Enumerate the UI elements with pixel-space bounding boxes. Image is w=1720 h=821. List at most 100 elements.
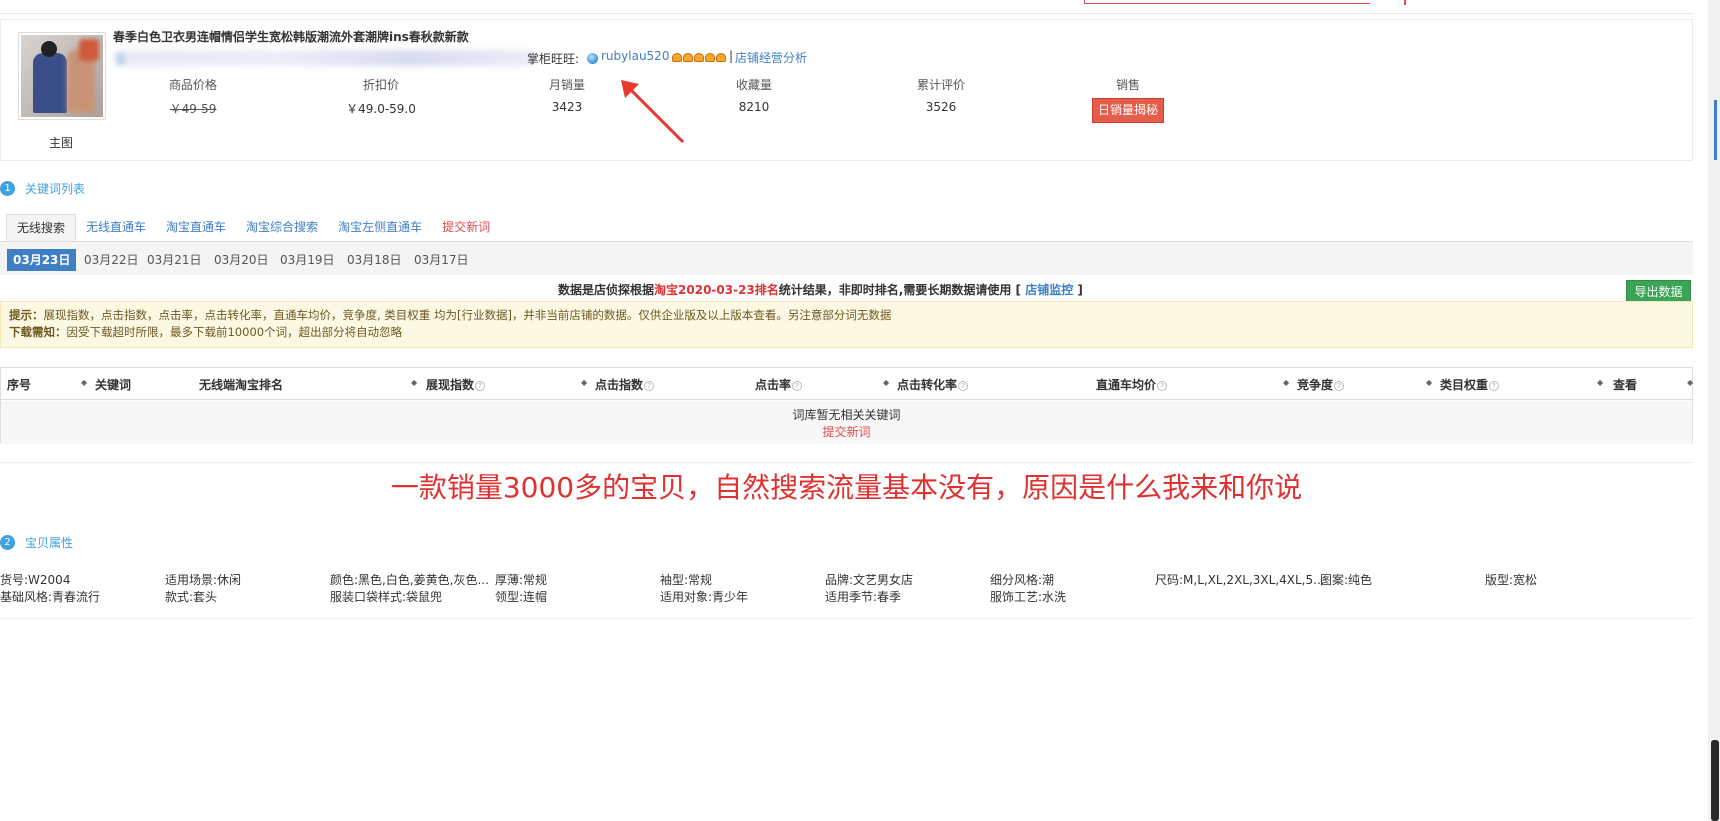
thumb-figure-a (33, 53, 67, 113)
sort-icon[interactable]: ◆ (81, 378, 87, 387)
help-icon[interactable]: ? (475, 380, 486, 391)
tab-3[interactable]: 淘宝综合搜索 (236, 214, 328, 241)
note-suffix: ] (1077, 283, 1083, 297)
redacted-shop-info (114, 50, 534, 66)
product-card: 主图 春季白色卫衣男连帽情侣学生宽松韩版潮流外套潮牌ins春秋款新款 掌柜旺旺:… (0, 19, 1693, 161)
tab-4[interactable]: 淘宝左侧直通车 (328, 214, 432, 241)
thumb-figure-c (79, 39, 99, 61)
discount-value: ￥49.0-59.0 (346, 102, 416, 116)
column-header-3[interactable]: 展现指数? (426, 376, 486, 393)
page: 主图 春季白色卫衣男连帽情侣学生宽松韩版潮流外套潮牌ins春秋款新款 掌柜旺旺:… (0, 0, 1720, 821)
sort-icon[interactable]: ◆ (1687, 378, 1693, 387)
help-icon[interactable]: ? (1157, 380, 1168, 391)
tip-label: 提示： (9, 308, 44, 322)
attribute-item: 款式:套头 (165, 590, 218, 604)
attribute-item: 适用对象:青少年 (660, 590, 749, 604)
table-header: 序号 关键词 无线端淘宝排名 展现指数? 点击指数? 点击率? 点击转化率? 直通车均价? 竞争… (1, 368, 1693, 400)
download-label: 下载需知： (9, 325, 67, 339)
date-item-6[interactable]: 03月17日 (408, 249, 475, 271)
help-icon[interactable]: ? (644, 380, 655, 391)
product-attributes: 货号:W2004 适用场景:休闲 颜色:黑色,白色,姜黄色,灰色... 厚薄:常规 袖型… (0, 571, 1693, 619)
attribute-item: 适用场景:休闲 (165, 573, 242, 587)
column-header-0[interactable]: 序号 (7, 376, 31, 393)
date-item-3[interactable]: 03月20日 (208, 249, 275, 271)
seller-name-link[interactable]: rubylau520 (601, 49, 669, 63)
submit-new-word-link[interactable]: 提交新词 (1, 423, 1692, 440)
tab-0[interactable]: 无线搜索 (6, 214, 77, 241)
help-icon[interactable]: ? (792, 380, 803, 391)
keyword-table: 序号 关键词 无线端淘宝排名 展现指数? 点击指数? 点击率? 点击转化率? 直通车均价? 竞争… (0, 367, 1693, 444)
help-icon[interactable]: ? (1334, 380, 1345, 391)
date-item-0[interactable]: 03月23日 (7, 249, 77, 271)
date-item-1[interactable]: 03月22日 (78, 249, 145, 271)
download-text: 因受下载超时所限，最多下载前10000个词，超出部分将自动忽略 (66, 325, 403, 339)
column-header-6[interactable]: 点击转化率? (897, 376, 969, 393)
column-header-4[interactable]: 点击指数? (595, 376, 655, 393)
sort-icon[interactable]: ◆ (1283, 378, 1289, 387)
date-item-2[interactable]: 03月21日 (141, 249, 208, 271)
shop-analysis-link[interactable]: 店铺经营分析 (735, 49, 807, 66)
main-image-caption: 主图 (49, 136, 74, 150)
scrollbar-thumb[interactable] (1711, 740, 1719, 821)
monthly-sales-label: 月销量 (548, 78, 585, 92)
column-header-2[interactable]: 无线端淘宝排名 (199, 376, 283, 393)
crown-icon (672, 53, 682, 62)
note-highlight: 淘宝2020-03-23排名 (654, 283, 779, 297)
crown-icon (716, 53, 726, 62)
product-thumbnail (21, 35, 103, 117)
shop-monitor-link[interactable]: 店铺监控 (1025, 283, 1073, 297)
table-body: 词库暂无相关关键词 提交新词 (1, 401, 1692, 444)
column-header-8[interactable]: 竞争度? (1297, 376, 1345, 393)
attribute-item: 基础风格:青春流行 (0, 590, 101, 604)
attribute-item: 版型:宽松 (1485, 573, 1538, 587)
date-filter-bar: 03月23日 03月22日 03月21日 03月20日 03月19日 03月18日 03月1… (0, 241, 1693, 275)
attribute-item: 服装口袋样式:袋鼠兜 (330, 590, 443, 604)
wangwang-icon[interactable] (587, 53, 598, 64)
crown-icon (694, 53, 704, 62)
price-label: 商品价格 (168, 78, 217, 92)
column-header-10[interactable]: 查看 (1613, 376, 1637, 393)
favorites-label: 收藏量 (735, 78, 772, 92)
product-title[interactable]: 春季白色卫衣男连帽情侣学生宽松韩版潮流外套潮牌ins春秋款新款 (113, 28, 469, 45)
reviews-label: 累计评价 (916, 78, 965, 92)
daily-sales-button[interactable]: 日销量揭秘 (1092, 98, 1164, 123)
keyword-section-header: 1 关键词列表 (0, 180, 85, 197)
attribute-item: 图案:纯色 (1320, 573, 1373, 587)
main-image[interactable] (18, 32, 106, 120)
column-label: 展现指数 (426, 378, 475, 392)
date-item-4[interactable]: 03月19日 (274, 249, 341, 271)
tab-5[interactable]: 提交新词 (432, 214, 500, 241)
attribute-item: 货号:W2004 (0, 573, 71, 587)
column-header-5[interactable]: 点击率? (755, 376, 803, 393)
tab-1[interactable]: 无线直通车 (76, 214, 156, 241)
sales-label: 销售 (1115, 78, 1140, 92)
column-label: 点击指数 (595, 378, 644, 392)
note-prefix: 数据是店侦探根据 (558, 283, 655, 297)
column-header-1[interactable]: 关键词 (95, 376, 131, 393)
sort-icon[interactable]: ◆ (883, 378, 889, 387)
column-label: 点击率 (755, 378, 792, 392)
sort-icon[interactable]: ◆ (1597, 378, 1603, 387)
seller-label: 掌柜旺旺: (527, 52, 580, 66)
price-value: ￥49-59 (169, 102, 217, 116)
section-number: 1 (0, 181, 15, 196)
discount-label: 折扣价 (362, 78, 399, 92)
note-middle: 统计结果，非即时排名,需要长期数据请使用 [ (778, 283, 1022, 297)
help-icon[interactable]: ? (1489, 380, 1500, 391)
column-header-7[interactable]: 直通车均价? (1096, 376, 1168, 393)
date-item-5[interactable]: 03月18日 (341, 249, 408, 271)
attribute-item: 领型:连帽 (495, 590, 548, 604)
tip-text: 展现指数，点击指数，点击率，点击转化率，直通车均价，竞争度, 类目权重 均为[行… (43, 308, 892, 322)
column-header-9[interactable]: 类目权重? (1440, 376, 1500, 393)
tab-2[interactable]: 淘宝直通车 (156, 214, 236, 241)
sort-icon[interactable]: ◆ (581, 378, 587, 387)
sort-icon[interactable]: ◆ (411, 378, 417, 387)
export-data-button[interactable]: 导出数据 (1626, 280, 1691, 303)
sort-icon[interactable]: ◆ (1426, 378, 1432, 387)
help-icon[interactable]: ? (958, 380, 969, 391)
tip-box: 提示：展现指数，点击指数，点击率，点击转化率，直通车均价，竞争度, 类目权重 均… (0, 301, 1693, 348)
section-number: 2 (0, 535, 15, 550)
column-label: 序号 (7, 378, 32, 392)
monthly-sales-value: 3423 (551, 100, 583, 114)
column-label: 点击转化率 (897, 378, 958, 392)
